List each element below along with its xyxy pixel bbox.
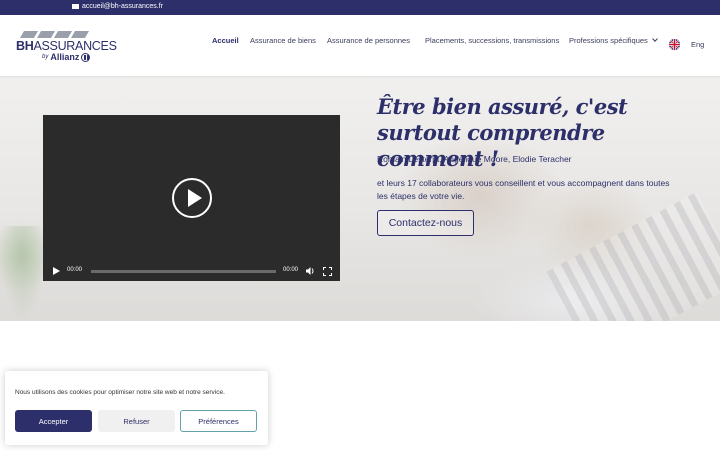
site-header: BHASSURANCES by Allianz Accueil Assuranc…: [0, 15, 720, 76]
email-text: accueil@bh-assurances.fr: [82, 3, 164, 10]
nav-item-assurance-personnes[interactable]: Assurance de personnes: [327, 36, 410, 45]
nav-item-professions[interactable]: Professions spécifiques: [569, 35, 658, 45]
hero-description: et leurs 17 collaborateurs vous conseill…: [377, 178, 670, 201]
video-player[interactable]: 00:00 00:00: [43, 115, 340, 281]
preferences-button[interactable]: Préférences: [180, 410, 257, 432]
volume-icon[interactable]: [306, 267, 315, 275]
nav-item-professions-label: Professions spécifiques: [569, 35, 648, 45]
refuse-button[interactable]: Refuser: [98, 410, 175, 432]
cookie-banner: Nous utilisons des cookies pour optimise…: [5, 371, 268, 445]
nav-item-assurance-biens[interactable]: Assurance de biens: [250, 36, 316, 45]
video-progress-bar[interactable]: [91, 270, 276, 273]
hero-names: Romain Lesterpt, Angélique Moore, Elodie…: [377, 154, 572, 164]
bh-assurances-logo[interactable]: BHASSURANCES by Allianz: [16, 31, 117, 63]
top-bar: accueil@bh-assurances.fr: [0, 0, 720, 15]
chevron-down-icon: [651, 35, 658, 42]
control-play-icon[interactable]: [53, 267, 60, 275]
nav-item-accueil[interactable]: Accueil: [212, 36, 239, 45]
duration: 00:00: [283, 267, 299, 273]
contact-button[interactable]: Contactez-nous: [377, 210, 474, 236]
fullscreen-icon[interactable]: [322, 266, 332, 276]
video-controls: 00:00 00:00: [43, 261, 340, 281]
logo-stripes: [19, 31, 102, 39]
current-time: 00:00: [67, 267, 83, 273]
logo-wordmark: BHASSURANCES: [16, 39, 117, 53]
play-icon[interactable]: [172, 178, 212, 218]
cookie-text: Nous utilisons des cookies pour optimise…: [15, 389, 225, 396]
logo-allianz: by Allianz: [42, 52, 91, 62]
nav-item-placements[interactable]: Placements, successions, transmissions: [425, 36, 559, 45]
uk-flag-icon[interactable]: [669, 39, 680, 50]
hero-section: 00:00 00:00 Être bien assuré, c'est surt…: [0, 76, 720, 321]
language-switch[interactable]: Eng: [691, 40, 704, 49]
allianz-eagle-icon: [81, 52, 91, 62]
mail-icon: [72, 4, 79, 9]
accept-button[interactable]: Accepter: [15, 410, 92, 432]
email-link[interactable]: accueil@bh-assurances.fr: [72, 3, 163, 10]
